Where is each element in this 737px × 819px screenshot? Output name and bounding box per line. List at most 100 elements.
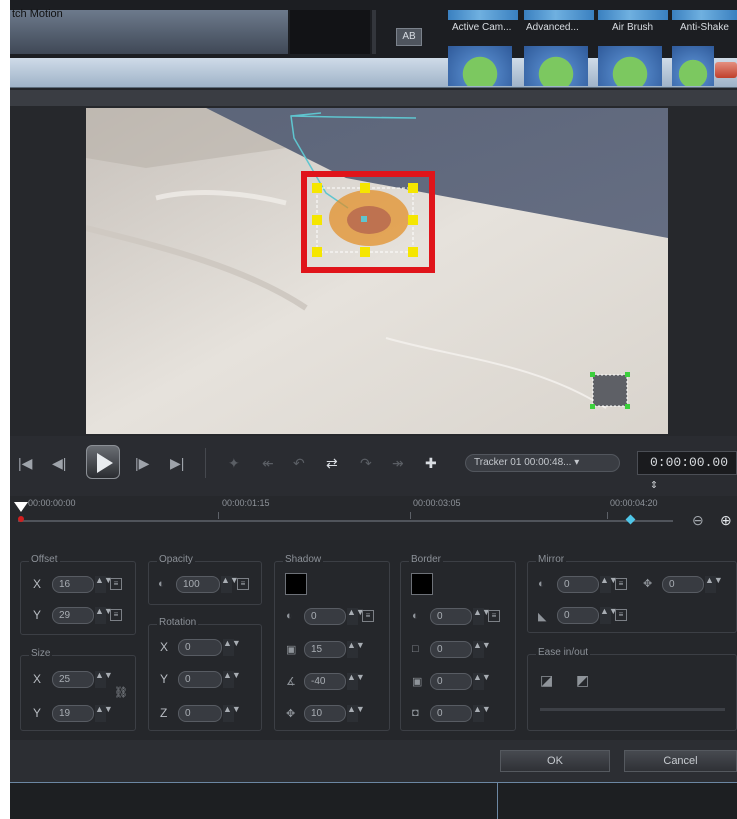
size-y-input[interactable]: 19	[52, 705, 94, 722]
keyframe-icon[interactable]: ≡	[110, 609, 122, 621]
panel-divider[interactable]	[372, 10, 376, 54]
shadow-angle-input[interactable]: -40	[304, 673, 346, 690]
cancel-button[interactable]: Cancel	[624, 750, 737, 772]
border-size-input[interactable]: 0	[430, 641, 472, 658]
shadow-angle-spinner[interactable]: ▲▼	[347, 673, 365, 690]
link-icon[interactable]: ⛓	[114, 686, 128, 699]
mirror-fade-input[interactable]: 0	[557, 607, 599, 624]
keyframe-icon[interactable]: ≡	[615, 609, 627, 621]
tracker-select[interactable]: Tracker 01 00:00:48... ▾	[465, 454, 620, 472]
effect-thumbnail[interactable]	[672, 10, 737, 20]
add-keyframe-icon[interactable]: ✦	[228, 455, 240, 472]
size-x-label: X	[33, 672, 42, 686]
shadow-blur-spinner[interactable]: ▲▼	[347, 641, 365, 658]
shadow-blur-icon: ▣	[286, 644, 297, 656]
border-edge-spinner[interactable]: ▲▼	[473, 705, 491, 722]
rotation-z-spinner[interactable]: ▲▼	[223, 705, 241, 722]
ok-button[interactable]: OK	[500, 750, 610, 772]
size-x-spinner[interactable]: ▲▼	[95, 671, 113, 688]
redo-icon[interactable]: ↷	[360, 455, 372, 472]
border-blur-input[interactable]: 0	[430, 673, 472, 690]
tracker-tool-icon[interactable]: ✚	[425, 455, 437, 472]
dialog-title: tch Motion	[12, 8, 63, 20]
border-opacity-spinner[interactable]: ▲▼	[473, 608, 491, 625]
keyframe-icon[interactable]: ≡	[110, 578, 122, 590]
rotation-y-spinner[interactable]: ▲▼	[223, 671, 241, 688]
offset-y-spinner[interactable]: ▲▼	[95, 607, 113, 624]
close-button[interactable]	[715, 62, 737, 78]
mirror-group: Mirror	[527, 554, 737, 633]
mirror-opacity-input[interactable]: 0	[557, 576, 599, 593]
rotation-y-input[interactable]: 0	[178, 671, 222, 688]
shadow-blur-input[interactable]: 15	[304, 641, 346, 658]
next-frame-icon[interactable]: |▶	[135, 455, 149, 472]
shadow-opacity-spinner[interactable]: ▲▼	[347, 608, 365, 625]
ease-in-icon[interactable]: ◪	[540, 672, 553, 689]
border-blur-spinner[interactable]: ▲▼	[473, 673, 491, 690]
rotation-z-input[interactable]: 0	[178, 705, 222, 722]
effect-thumbnail[interactable]	[448, 46, 512, 86]
opacity-input[interactable]: 100	[176, 576, 220, 593]
effect-thumbnail[interactable]	[448, 10, 518, 20]
keyframe-icon[interactable]: ≡	[615, 578, 627, 590]
keyframe-icon[interactable]: ≡	[362, 610, 374, 622]
tracker-select-value: Tracker 01 00:00:48...	[474, 457, 572, 468]
border-color-swatch[interactable]	[411, 573, 433, 595]
video-preview[interactable]	[86, 108, 668, 434]
size-y-spinner[interactable]: ▲▼	[95, 705, 113, 722]
effect-thumbnail[interactable]	[672, 46, 714, 86]
ruler-tick	[607, 512, 608, 519]
shadow-angle-icon: ∡	[286, 676, 296, 688]
ease-slider[interactable]	[540, 708, 725, 711]
offset-y-input[interactable]: 29	[52, 607, 94, 624]
effect-thumbnail[interactable]	[524, 10, 594, 20]
timecode-field[interactable]: 0:00:00.00 ⇕	[637, 451, 737, 492]
keyframe-icon[interactable]: ≡	[237, 578, 249, 590]
opacity-spinner[interactable]: ▲▼	[221, 576, 239, 593]
border-opacity-input[interactable]: 0	[430, 608, 472, 625]
zoom-in-icon[interactable]: ⊕	[720, 512, 732, 529]
ab-title-icon[interactable]: AB	[396, 28, 422, 46]
size-x-input[interactable]: 25	[52, 671, 94, 688]
start-keyframe[interactable]	[18, 516, 24, 522]
group-title: Border	[409, 554, 444, 565]
mirror-offset-spinner[interactable]: ▲▼	[705, 576, 723, 593]
shadow-angle-value: -40	[311, 676, 326, 687]
rotation-x-spinner[interactable]: ▲▼	[223, 639, 241, 656]
ease-out-icon[interactable]: ◩	[576, 672, 589, 689]
effect-thumbnail[interactable]	[524, 46, 588, 86]
track-motion-icon[interactable]: ⇄	[326, 455, 338, 472]
shadow-distance-spinner[interactable]: ▲▼	[347, 705, 365, 722]
track-forward-icon[interactable]: ↠	[392, 455, 404, 472]
border-edge-input[interactable]: 0	[430, 705, 472, 722]
go-to-start-icon[interactable]: |◀	[18, 455, 32, 472]
mirror-fade-spinner[interactable]: ▲▼	[600, 607, 618, 624]
time-mark: 00:00:00:00	[28, 498, 76, 508]
shadow-color-swatch[interactable]	[285, 573, 307, 595]
effect-thumbnail[interactable]	[598, 10, 668, 20]
go-to-end-icon[interactable]: ▶|	[170, 455, 184, 472]
group-title: Offset	[29, 554, 60, 565]
shadow-distance-input[interactable]: 10	[304, 705, 346, 722]
previous-frame-icon[interactable]: ◀|	[52, 455, 66, 472]
border-opacity-value: 0	[437, 611, 443, 622]
keyframe-icon[interactable]: ≡	[488, 610, 500, 622]
rotation-x-input[interactable]: 0	[178, 639, 222, 656]
border-blur-icon: ▣	[412, 676, 423, 688]
mirror-opacity-spinner[interactable]: ▲▼	[600, 576, 618, 593]
track-back-icon[interactable]: ↞	[262, 455, 274, 472]
offset-x-input[interactable]: 16	[52, 576, 94, 593]
shadow-opacity-input[interactable]: 0	[304, 608, 346, 625]
border-edge-icon: ◘	[412, 707, 419, 719]
zoom-out-icon[interactable]: ⊖	[692, 512, 704, 529]
border-size-spinner[interactable]: ▲▼	[473, 641, 491, 658]
mirror-offset-icon: ✥	[643, 578, 653, 590]
reverse-icon[interactable]: ↶	[293, 455, 305, 472]
shadow-opacity-value: 0	[311, 611, 317, 622]
effect-thumbnail[interactable]	[598, 46, 662, 86]
offset-x-spinner[interactable]: ▲▼	[95, 576, 113, 593]
mirror-offset-value: 0	[669, 579, 675, 590]
mirror-offset-input[interactable]: 0	[662, 576, 704, 593]
dialog-toolbar	[10, 90, 737, 106]
playhead-marker[interactable]	[14, 502, 28, 512]
